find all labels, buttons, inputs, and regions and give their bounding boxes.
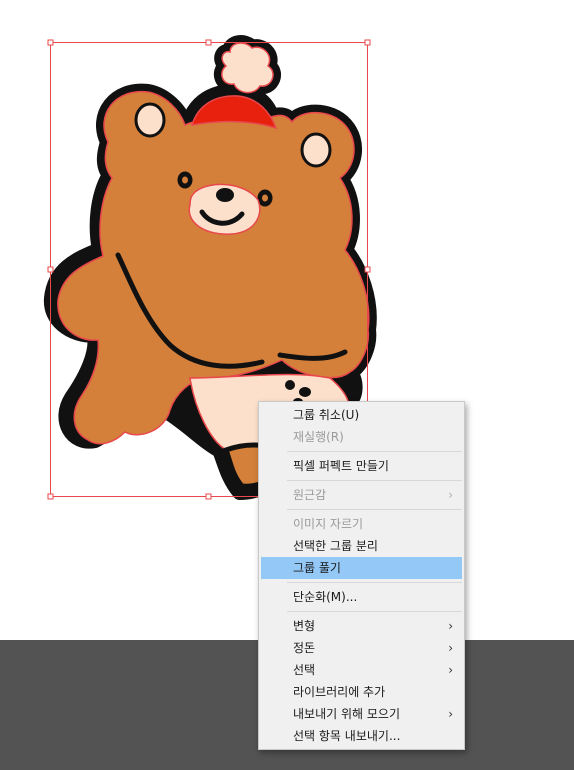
menu-item-label: 정돈 [293, 641, 316, 655]
submenu-arrow-icon: › [448, 641, 453, 655]
menu-item-label: 이미지 자르기 [293, 517, 364, 531]
menu-item-label: 내보내기 위해 모으기 [293, 707, 400, 721]
menu-item-ungroup[interactable]: 그룹 취소(U) [259, 404, 464, 426]
menu-item-arrange[interactable]: 정돈 › [259, 637, 464, 659]
menu-item-transform[interactable]: 변형 › [259, 615, 464, 637]
menu-item-collect-for-export[interactable]: 내보내기 위해 모으기 › [259, 703, 464, 725]
submenu-arrow-icon: › [448, 488, 453, 502]
menu-item-release-selected-group[interactable]: 선택한 그룹 분리 [259, 535, 464, 557]
submenu-arrow-icon: › [448, 619, 453, 633]
menu-item-label: 선택한 그룹 분리 [293, 539, 378, 553]
menu-item-label: 그룹 취소(U) [293, 408, 360, 422]
menu-item-add-to-library[interactable]: 라이브러리에 추가 [259, 681, 464, 703]
menu-separator [287, 451, 462, 452]
menu-item-group-isolate[interactable]: 그룹 풀기 [261, 557, 462, 579]
menu-separator [287, 611, 462, 612]
menu-separator [287, 480, 462, 481]
right-ear-inner [300, 132, 332, 168]
context-menu: 그룹 취소(U) 재실행(R) 픽셀 퍼펙트 만들기원근감 › 이미지 자르기선택한 그… [258, 401, 465, 750]
menu-item-label: 재실행(R) [293, 430, 344, 444]
menu-item-redo: 재실행(R) [259, 426, 464, 448]
menu-item-perspective: 원근감 › [259, 484, 464, 506]
menu-item-crop-image: 이미지 자르기 [259, 513, 464, 535]
menu-item-pixel-perfect[interactable]: 픽셀 퍼펙트 만들기 [259, 455, 464, 477]
left-ear-inner [134, 102, 166, 138]
menu-separator [287, 582, 462, 583]
submenu-arrow-icon: › [448, 707, 453, 721]
menu-item-simplify[interactable]: 단순화(M)... [259, 586, 464, 608]
menu-item-label: 선택 항목 내보내기... [293, 729, 401, 743]
menu-item-label: 그룹 풀기 [293, 561, 341, 575]
nose [216, 188, 234, 202]
menu-item-label: 원근감 [293, 488, 327, 502]
menu-item-select[interactable]: 선택 › [259, 659, 464, 681]
menu-item-label: 단순화(M)... [293, 590, 358, 604]
submenu-arrow-icon: › [448, 663, 453, 677]
menu-item-label: 픽셀 퍼펙트 만들기 [293, 459, 389, 473]
menu-separator [287, 509, 462, 510]
menu-item-label: 선택 [293, 663, 316, 677]
menu-item-label: 변형 [293, 619, 316, 633]
menu-item-label: 라이브러리에 추가 [293, 685, 386, 699]
menu-item-export-selection[interactable]: 선택 항목 내보내기... [259, 725, 464, 747]
